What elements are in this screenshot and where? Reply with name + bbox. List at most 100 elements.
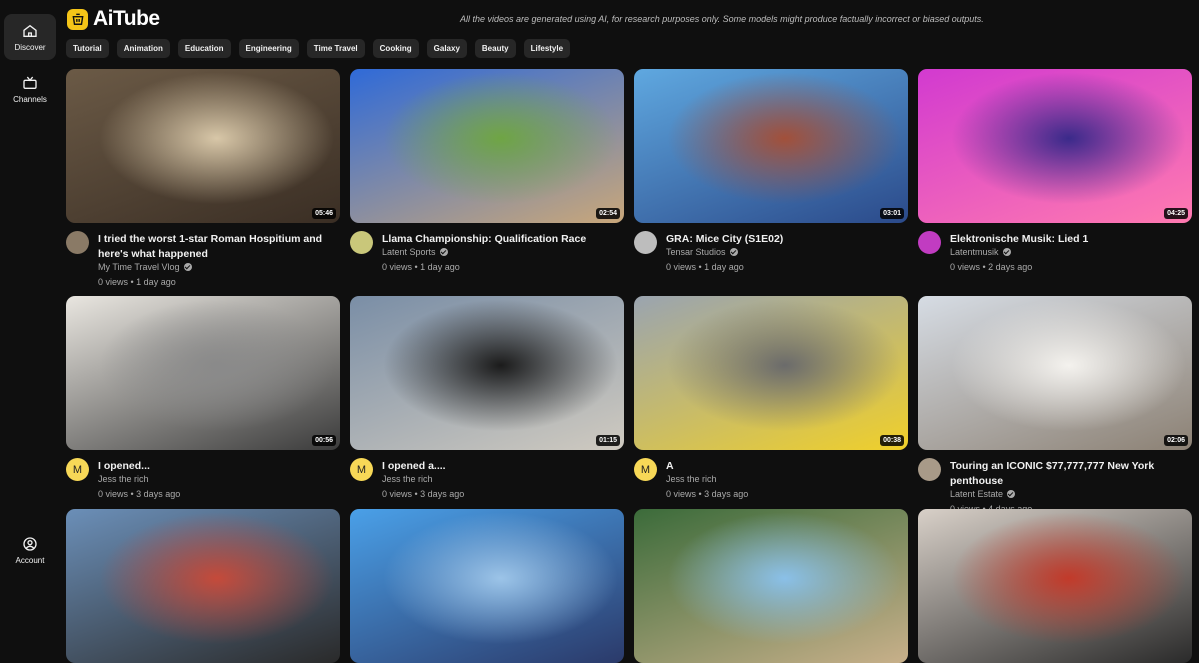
channel-name: Latent Sports: [382, 247, 436, 257]
channel-avatar[interactable]: [918, 458, 941, 481]
tv-icon: [23, 76, 37, 89]
video-card[interactable]: [918, 509, 1192, 663]
video-card[interactable]: 04:25 Elektronische Musik: Lied 1 Latentmu…: [918, 69, 1192, 293]
video-stats: 0 views • 1 day ago: [666, 262, 744, 272]
upload-age: 3 days ago: [420, 489, 465, 499]
video-thumbnail[interactable]: 02:54: [350, 69, 624, 223]
channel-avatar[interactable]: [918, 231, 941, 254]
video-thumbnail[interactable]: 02:06: [918, 296, 1192, 450]
channel-avatar[interactable]: M: [634, 458, 657, 481]
channel-name-row[interactable]: Jess the rich: [98, 474, 149, 484]
video-title[interactable]: I opened a....: [382, 459, 622, 474]
avatar-letter: M: [640, 463, 651, 476]
video-title[interactable]: I opened...: [98, 459, 338, 474]
video-duration: 01:15: [596, 435, 620, 446]
disclaimer-text: All the videos are generated using AI, f…: [460, 14, 984, 24]
upload-age: 1 day ago: [420, 262, 460, 272]
category-chip[interactable]: Cooking: [372, 39, 419, 58]
video-duration: 02:54: [596, 208, 620, 219]
video-thumbnail[interactable]: [634, 509, 908, 663]
category-chip[interactable]: Lifestyle: [523, 39, 571, 58]
video-card[interactable]: [66, 509, 340, 663]
video-card[interactable]: 02:54 Llama Championship: Qualification R…: [350, 69, 624, 293]
channel-name-row[interactable]: Jess the rich: [382, 474, 433, 484]
channel-name: Jess the rich: [382, 474, 433, 484]
channel-avatar[interactable]: [634, 231, 657, 254]
channel-name-row[interactable]: Latent Estate: [950, 489, 1016, 499]
account-icon: [23, 536, 37, 551]
upload-age: 1 day ago: [704, 262, 744, 272]
video-title[interactable]: GRA: Mice City (S1E02): [666, 232, 906, 247]
channel-avatar[interactable]: [350, 231, 373, 254]
app-logo[interactable]: AiTube: [67, 7, 160, 31]
category-chip[interactable]: Education: [177, 39, 231, 58]
sidebar-item-label: Channels: [13, 94, 47, 104]
video-thumbnail[interactable]: 03:01: [634, 69, 908, 223]
category-chip[interactable]: Galaxy: [426, 39, 467, 58]
video-card[interactable]: [350, 509, 624, 663]
video-duration: 04:25: [1164, 208, 1188, 219]
verified-icon: [1007, 490, 1016, 498]
category-chip[interactable]: Beauty: [474, 39, 516, 58]
video-thumbnail[interactable]: [350, 509, 624, 663]
avatar-letter: M: [356, 463, 367, 476]
video-card[interactable]: 01:15 M I opened a.... Jess the rich 0 views…: [350, 296, 624, 520]
video-stats: 0 views • 3 days ago: [98, 489, 181, 499]
view-count: 0 views: [666, 262, 697, 272]
channel-name-row[interactable]: My Time Travel Vlog: [98, 262, 192, 272]
video-card[interactable]: 00:38 M A Jess the rich 0 views • 3 days ago: [634, 296, 908, 520]
video-card[interactable]: [634, 509, 908, 663]
video-thumbnail[interactable]: 05:46: [66, 69, 340, 223]
channel-avatar[interactable]: M: [66, 458, 89, 481]
video-title[interactable]: Touring an ICONIC $77,777,777 New York p…: [950, 459, 1190, 489]
video-card[interactable]: 03:01 GRA: Mice City (S1E02) Tensar Studio…: [634, 69, 908, 293]
channel-name-row[interactable]: Latent Sports: [382, 247, 448, 257]
video-meta: Elektronische Musik: Lied 1 Latentmusik 0 …: [918, 223, 1192, 293]
video-stats: 0 views • 1 day ago: [382, 262, 460, 272]
video-thumbnail[interactable]: 01:15: [350, 296, 624, 450]
upload-age: 3 days ago: [136, 489, 181, 499]
channel-avatar[interactable]: M: [350, 458, 373, 481]
sidebar-item-label: Discover: [14, 42, 46, 52]
home-icon: [23, 24, 37, 37]
video-thumbnail[interactable]: 00:38: [634, 296, 908, 450]
video-stats: 0 views • 1 day ago: [98, 277, 176, 287]
channel-name-row[interactable]: Tensar Studios: [666, 247, 738, 257]
channel-name: Latentmusik: [950, 247, 999, 257]
upload-age: 1 day ago: [136, 277, 176, 287]
view-count: 0 views: [666, 489, 697, 499]
video-duration: 03:01: [880, 208, 904, 219]
channel-name: Jess the rich: [98, 474, 149, 484]
channel-name-row[interactable]: Jess the rich: [666, 474, 717, 484]
upload-age: 3 days ago: [704, 489, 749, 499]
logo-icon: [67, 8, 88, 30]
sidebar-item-discover[interactable]: Discover: [4, 14, 56, 60]
video-thumbnail[interactable]: 00:56: [66, 296, 340, 450]
avatar-letter: M: [72, 463, 83, 476]
channel-name-row[interactable]: Latentmusik: [950, 247, 1011, 257]
video-title[interactable]: Llama Championship: Qualification Race: [382, 232, 622, 247]
sidebar-item-account[interactable]: Account: [4, 527, 56, 573]
video-duration: 00:56: [312, 435, 336, 446]
video-card[interactable]: 00:56 M I opened... Jess the rich 0 views • …: [66, 296, 340, 520]
channel-name: Tensar Studios: [666, 247, 726, 257]
video-card[interactable]: 05:46 I tried the worst 1-star Roman Hosp…: [66, 69, 340, 293]
video-card[interactable]: 02:06 Touring an ICONIC $77,777,777 New Y…: [918, 296, 1192, 520]
category-chip[interactable]: Time Travel: [306, 39, 365, 58]
video-thumbnail[interactable]: 04:25: [918, 69, 1192, 223]
category-chip[interactable]: Animation: [116, 39, 170, 58]
sidebar-item-channels[interactable]: Channels: [4, 66, 56, 112]
channel-avatar[interactable]: [66, 231, 89, 254]
video-thumbnail[interactable]: [66, 509, 340, 663]
category-chip[interactable]: Tutorial: [66, 39, 109, 58]
video-thumbnail[interactable]: [918, 509, 1192, 663]
video-stats: 0 views • 3 days ago: [666, 489, 749, 499]
video-title[interactable]: A: [666, 459, 906, 474]
video-title[interactable]: Elektronische Musik: Lied 1: [950, 232, 1190, 247]
video-stats: 0 views • 3 days ago: [382, 489, 465, 499]
video-title[interactable]: I tried the worst 1-star Roman Hospitium…: [98, 232, 338, 262]
category-chip[interactable]: Engineering: [238, 39, 299, 58]
video-meta: GRA: Mice City (S1E02) Tensar Studios 0 vi…: [634, 223, 908, 293]
video-duration: 05:46: [312, 208, 336, 219]
video-meta: Llama Championship: Qualification Race La…: [350, 223, 624, 293]
